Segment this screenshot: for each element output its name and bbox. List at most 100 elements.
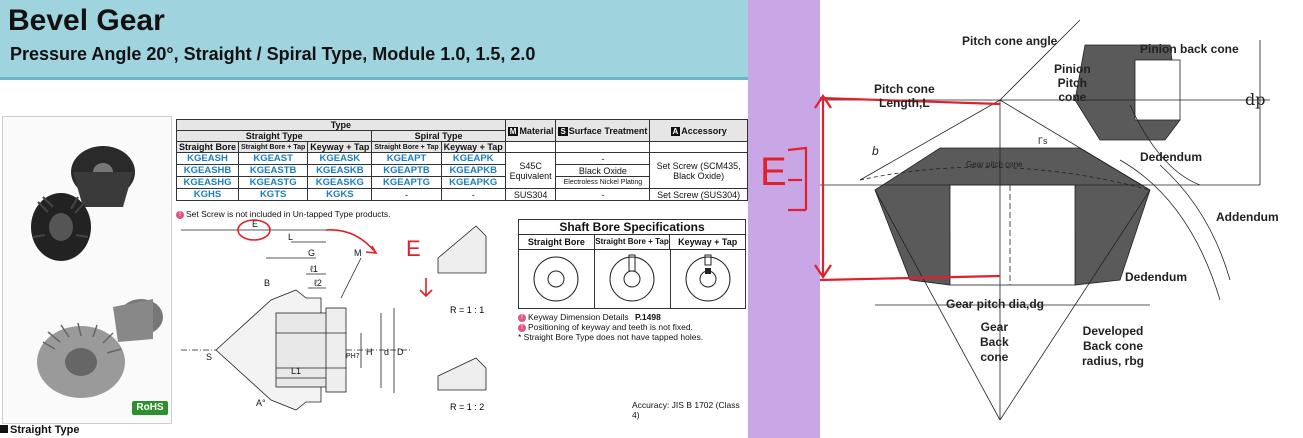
type-header: Type: [176, 119, 506, 131]
shaft-col-straight: Straight Bore: [519, 235, 595, 249]
accessory-header: A Accessory: [649, 119, 748, 142]
keyway-page-link[interactable]: P.1498: [635, 312, 661, 322]
label-gear-pitch-dia: Gear pitch dia,dg: [946, 297, 1045, 311]
label-pitch-cone-angle: Pitch cone angle: [962, 34, 1058, 48]
accessory-cell: Set Screw (SCM435, Black Oxide): [649, 152, 748, 189]
accessory-cell: Set Screw (SUS304): [649, 188, 748, 201]
part-code[interactable]: KGEASKG: [307, 176, 373, 189]
col-header: Straight Bore: [175, 141, 240, 153]
red-dimension-arrow: [788, 94, 832, 279]
position-note: ! Positioning of keyway and teeth is not …: [518, 322, 693, 332]
label-addendum: Addendum: [1216, 210, 1279, 224]
part-code[interactable]: KGEAPKG: [440, 176, 506, 189]
part-code[interactable]: KGHS: [175, 188, 240, 201]
shaft-col-tap: Straight Bore + Tap: [595, 235, 671, 249]
table-row: KGHS KGTS KGKS - - SUS304 - Set Screw (S…: [175, 188, 748, 201]
part-code[interactable]: KGEASTG: [238, 176, 309, 189]
label-pinion-pitch-cone: Pinion Pitch cone: [1054, 62, 1091, 104]
surface-cell: -: [555, 188, 651, 201]
part-code: -: [371, 188, 442, 201]
material-header: M Material: [504, 119, 557, 142]
part-code[interactable]: KGKS: [307, 188, 373, 201]
shaft-col-keyway: Keyway + Tap: [678, 237, 738, 247]
dim-L: L: [288, 232, 293, 242]
part-code[interactable]: KGEAPTG: [371, 176, 442, 189]
part-code: -: [440, 188, 506, 201]
accuracy-note: Accuracy: JIS B 1702 (Class 4): [632, 400, 740, 420]
surface-cell: Black Oxide: [555, 164, 651, 177]
part-code[interactable]: KGEASTB: [238, 164, 309, 177]
part-code[interactable]: KGEASHB: [175, 164, 240, 177]
dim-L1: L1: [291, 366, 301, 376]
straight-type-header: Straight Type: [175, 130, 373, 142]
annotation-E-right: E: [760, 150, 787, 194]
spec-table: Type M Material S Surface Treatment A Acces…: [175, 119, 748, 201]
part-code[interactable]: KGEASH: [175, 152, 240, 165]
straight-bore-icon: [519, 250, 595, 308]
ratio-1-2: R = 1 : 2: [450, 402, 484, 412]
shaft-title: Shaft Bore Specifications: [519, 220, 745, 235]
rohs-badge: RoHS: [132, 401, 168, 415]
label-pitch-cone-length: Pitch cone Length,L: [874, 82, 935, 110]
part-code[interactable]: KGEAPT: [371, 152, 442, 165]
info-icon: !: [518, 323, 526, 332]
label-gamma-s: Γs: [1038, 136, 1048, 146]
ratio-1-1: R = 1 : 1: [450, 305, 484, 315]
label-dedendum-top: Dedendum: [1140, 150, 1203, 164]
dim-l1: ℓ1: [310, 264, 318, 274]
bevel-gear-photo-icon: [31, 146, 163, 398]
dim-M: M: [354, 248, 362, 258]
part-code[interactable]: KGEASKB: [307, 164, 373, 177]
part-code[interactable]: KGEAST: [238, 152, 309, 165]
col-header: Keyway + Tap: [440, 141, 506, 153]
dim-l2: ℓ2: [314, 278, 322, 288]
catalog-panel: Bevel Gear Pressure Angle 20°, Straight …: [0, 0, 748, 438]
material-cell: SUS304: [504, 188, 557, 201]
part-code[interactable]: KGEAPTB: [371, 164, 442, 177]
dim-A: A°: [256, 398, 266, 408]
part-code[interactable]: KGEASK: [307, 152, 373, 165]
dim-S: S: [206, 352, 212, 362]
table-row: KGEASH KGEAST KGEASK KGEAPT KGEAPK S45C …: [175, 152, 748, 189]
surface-cell: Electroless Nickel Plating: [555, 176, 651, 189]
header-divider: [0, 77, 748, 80]
col-header: Keyway + Tap: [307, 141, 373, 153]
dim-H: H: [366, 347, 373, 357]
keyway-bore-icon: [671, 250, 746, 308]
label-gear-back-cone: Gear Back cone: [980, 320, 1009, 364]
label-developed-back-cone: Developed Back cone radius, rbg: [1082, 324, 1145, 368]
part-code[interactable]: KGTS: [238, 188, 309, 201]
dim-d: d: [384, 347, 389, 357]
product-photo: [2, 116, 172, 424]
dim-P: PH7: [346, 353, 360, 360]
part-code[interactable]: KGEAPK: [440, 152, 506, 165]
dim-G: G: [308, 248, 315, 258]
gear-diagram-panel: Pitch cone angle Pinion back cone Pinion…: [748, 0, 1303, 438]
page-subtitle: Pressure Angle 20°, Straight / Spiral Ty…: [10, 44, 536, 64]
spiral-type-header: Spiral Type: [371, 130, 506, 142]
shaft-bore-specs: Shaft Bore Specifications Straight Bore …: [518, 219, 746, 309]
tap-bore-icon: [595, 250, 671, 308]
label-dp: dp: [1245, 90, 1266, 109]
part-code[interactable]: KGEASHG: [175, 176, 240, 189]
annotation-E: E: [406, 236, 421, 261]
surface-cell: -: [555, 152, 651, 165]
label-pinion-back-cone: Pinion back cone: [1140, 42, 1239, 56]
keyway-note: ! Keyway Dimension Details P.1498: [518, 312, 661, 322]
dimension-drawing: E L G ℓ1 ℓ2 B M S L1 H d D PH7 A° R = 1 …: [181, 219, 487, 412]
section-title: Straight Type: [0, 424, 79, 436]
part-code[interactable]: KGEAPKB: [440, 164, 506, 177]
label-dedendum-bottom: Dedendum: [1125, 270, 1188, 284]
col-header: Straight Bore + Tap: [371, 141, 442, 153]
surface-header: S Surface Treatment: [555, 119, 651, 142]
label-gear-pitch-cone: Gear pitch cone: [966, 160, 1023, 169]
page-title: Bevel Gear: [8, 4, 165, 37]
label-b: b: [872, 144, 879, 158]
dim-B: B: [264, 278, 270, 288]
catalog-header: Bevel Gear Pressure Angle 20°, Straight …: [0, 0, 748, 80]
no-tap-note: * Straight Bore Type does not have tappe…: [518, 332, 704, 342]
info-icon: !: [518, 313, 526, 322]
material-cell: S45C Equivalent: [504, 152, 557, 189]
dim-D: D: [397, 347, 404, 357]
col-header: Straight Bore + Tap: [238, 141, 309, 153]
